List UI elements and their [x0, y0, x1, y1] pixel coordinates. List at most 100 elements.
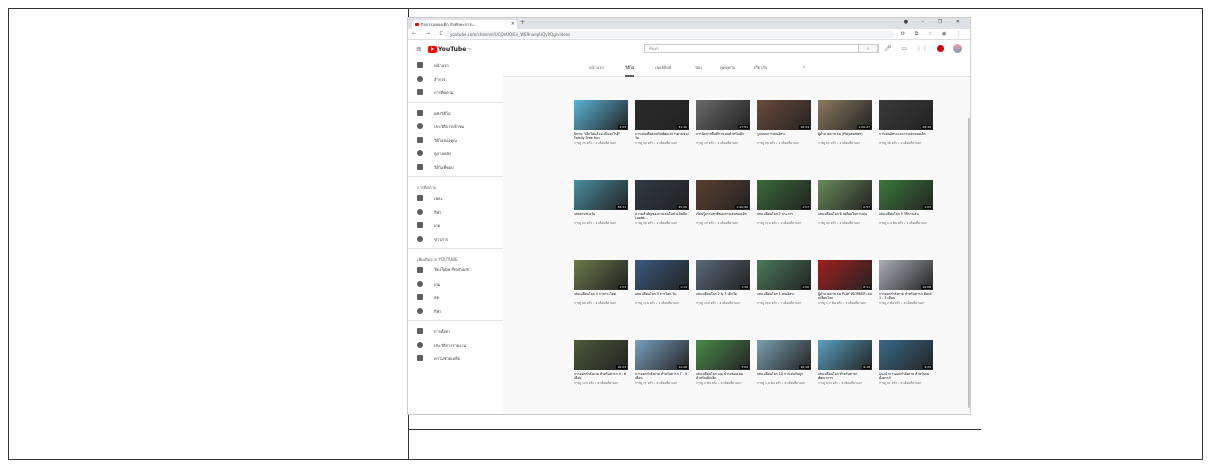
sidebar-item[interactable]: ประวัติการเข้าชม [408, 119, 503, 133]
video-title[interactable]: การออกกำลังกาย สำหรับทารก 7 - 9 เดือน [635, 372, 689, 380]
youtube-logo[interactable]: YouTube TH [428, 45, 471, 53]
new-tab-button[interactable]: + [520, 19, 525, 26]
sidebar-item[interactable]: เกม [408, 218, 503, 232]
video-card[interactable]: 16:34 รูปแบบการเล่นอิสระ การดู 28 ครั้ง • … [757, 100, 815, 168]
sidebar-item[interactable]: เพลง [408, 191, 503, 205]
sidebar-item[interactable]: กีฬา [408, 304, 503, 318]
video-card[interactable]: 1:50 เล่นเปลี่ยนโลก 1 เล่นอิสระ การดู 260 … [757, 260, 815, 328]
video-title[interactable]: เล่นเปลี่ยนโลก 4 การกระโดด [574, 292, 628, 300]
video-thumbnail[interactable]: 0:57 [818, 180, 872, 210]
video-card[interactable]: 0:57 เล่นเปลี่ยนโลก 6 เหลี่ยมในการเล่น การ… [818, 180, 876, 248]
video-title[interactable]: ผู้อำนวยการเล่น PLAY WORKER เล่นเปลี่ยนโ… [818, 292, 872, 300]
video-card[interactable]: 9:18 เล่นเปลี่ยนโลก สำหรับทารกพัฒนาการ การ… [818, 340, 876, 408]
sidebar-item[interactable]: เกม [408, 277, 503, 291]
video-card[interactable]: 38:31 เล่นตามช่วงวัย การดู 24 ครั้ง • 2 เด… [574, 180, 632, 248]
video-title[interactable]: เล่นเปลี่ยนโลก 2 & 3 เด็กวัย [696, 292, 750, 300]
video-title[interactable]: เล่นเปลี่ยนโลก 6 เหลี่ยมในการเล่น [818, 212, 872, 220]
search-input[interactable]: ค้นหา ⌕ [644, 44, 879, 53]
sidebar-item[interactable]: คลังวิดีโอ [408, 106, 503, 120]
video-card[interactable]: 3:02 เล่นเปลี่ยนโลก แนะนำรถของเล่นสำหรับเ… [696, 340, 754, 408]
sidebar-item[interactable]: ดูภายหลัง [408, 146, 503, 160]
video-title[interactable]: การจัดการพื้นที่การเล่นสำหรับเด็ก [696, 132, 750, 140]
video-card[interactable]: 27:51 การจัดการพื้นที่การเล่นสำหรับเด็ก กา… [696, 100, 754, 168]
sidebar-item[interactable]: กีฬา [408, 205, 503, 219]
notifications-icon[interactable] [937, 45, 944, 52]
video-thumbnail[interactable]: 1:16 [696, 260, 750, 290]
sidebar-item[interactable]: วิดีโอที่ชอบ [408, 160, 503, 174]
video-card[interactable]: 1:00:27 ผู้อำนวยการเล่น (Playworker) การดู… [818, 100, 876, 168]
tab-0[interactable]: หน้าแรก [589, 64, 604, 71]
video-thumbnail[interactable]: 1:57 [757, 180, 811, 210]
video-card[interactable]: 1:13 เล่นเปลี่ยนโลก 3 การโยน รับ การดู 110… [635, 260, 693, 328]
video-thumbnail[interactable]: 9:18 [818, 340, 872, 370]
video-thumbnail[interactable]: 10:18 [757, 340, 811, 370]
video-thumbnail[interactable]: 1:13 [635, 260, 689, 290]
video-title[interactable]: รูปแบบการเล่นอิสระ [757, 132, 811, 140]
tab-3[interactable]: ช่อง [695, 64, 702, 71]
close-tab-icon[interactable]: × [511, 20, 515, 29]
channel-search-icon[interactable]: ⌕ [803, 64, 805, 69]
video-card[interactable]: 1:03 เล่นเปลี่ยนโลก 5 วิถีการเล่น การดู 1.… [879, 180, 937, 248]
sidebar-item[interactable]: สด [408, 290, 503, 304]
video-card[interactable]: 1:57 เล่นเปลี่ยนโลก 7 ประการ การดู 110 ครั… [757, 180, 815, 248]
video-title[interactable]: นิทาน "เด็กโตแล้วจะเป็นอะไรดี" Family Fr… [574, 132, 628, 140]
video-title[interactable]: เรียนรู้ธรรมชาติของการเล่นของเด็ก [696, 212, 750, 220]
sidebar-item[interactable]: การตั้งค่า [408, 324, 503, 338]
sidebar-item[interactable]: การติดตาม [408, 85, 503, 99]
tab-4[interactable]: พูดคุยกัน [720, 64, 735, 71]
window-controls[interactable]: ● – ❐ ✕ [904, 19, 966, 25]
video-thumbnail[interactable]: 1:03 [879, 180, 933, 210]
url-field[interactable]: youtube.com/channel/UCQeUQiEv_WE9naepUQy… [444, 31, 894, 38]
video-card[interactable]: 16:23 การออกกำลังกาย สำหรับทารก 4 - 6 เดื… [574, 340, 632, 408]
video-card[interactable]: 28:49 การเล่นอิสระและการเล่นของเด็ก การดู … [879, 100, 937, 168]
video-card[interactable]: 3:53 นิทาน "เด็กโตแล้วจะเป็นอะไรดี" Famil… [574, 100, 632, 168]
video-thumbnail[interactable]: 16:08 [879, 260, 933, 290]
video-thumbnail[interactable]: 45:06 [635, 180, 689, 210]
video-card[interactable]: 6:11 ผู้อำนวยการเล่น PLAY WORKER เล่นเปลี… [818, 260, 876, 328]
video-thumbnail[interactable]: 1:00:27 [818, 100, 872, 130]
video-title[interactable]: เล่นเปลี่ยนโลก แนะนำรถของเล่นสำหรับเด็กเ… [696, 372, 750, 380]
video-title[interactable]: เล่นเปลี่ยนโลก 7 ประการ [757, 212, 811, 220]
video-thumbnail[interactable]: 3:53 [574, 100, 628, 130]
video-thumbnail[interactable]: 12:48 [635, 340, 689, 370]
video-title[interactable]: เล่นเปลี่ยนโลก 5 วิถีการเล่น [879, 212, 933, 220]
sidebar-item[interactable]: ประวัติการรายงาน [408, 338, 503, 352]
search-icon[interactable]: ⌕ [858, 44, 878, 53]
extension-icons[interactable]: ⚙ ⧉ ☆ ◉ ⋮ [901, 31, 965, 37]
video-thumbnail[interactable]: 31:40 [635, 100, 689, 130]
apps-icon[interactable]: ⋮⋮ [916, 45, 928, 52]
video-card[interactable]: 1:00:40 เรียนรู้ธรรมชาติของการเล่นของเด็ก… [696, 180, 754, 248]
video-card[interactable]: 12:48 การออกกำลังกาย สำหรับทารก 7 - 9 เดื… [635, 340, 693, 408]
video-thumbnail[interactable]: 1:00:40 [696, 180, 750, 210]
video-thumbnail[interactable]: 27:51 [696, 100, 750, 130]
video-thumbnail[interactable]: 16:34 [757, 100, 811, 130]
video-thumbnail[interactable]: 38:31 [574, 180, 628, 210]
video-thumbnail[interactable]: 6:11 [818, 260, 872, 290]
video-card[interactable]: 1:16 เล่นเปลี่ยนโลก 2 & 3 เด็กวัย การดู 10… [696, 260, 754, 328]
scrollbar[interactable] [968, 118, 970, 408]
menu-icon[interactable]: ≡ [416, 45, 422, 53]
tab-2[interactable]: เพลย์ลิสต์ [655, 64, 671, 71]
video-title[interactable]: การออกกำลังกาย สำหรับทารก 4 - 6 เดือน [574, 372, 628, 380]
video-title[interactable]: แนะนำการออกกำลังกาย สำหรับแม่ตั้งครรภ์ [879, 372, 933, 380]
avatar[interactable] [953, 44, 962, 53]
tab-1[interactable]: วิดีโอ [625, 64, 635, 77]
video-title[interactable]: การออกกำลังกาย สำหรับทารก ตั้งแต่ 1 - 3 … [879, 292, 933, 300]
video-thumbnail[interactable]: 1:53 [574, 260, 628, 290]
video-thumbnail[interactable]: 28:49 [879, 100, 933, 130]
sidebar-item[interactable]: สำรวจ [408, 72, 503, 86]
sidebar-item[interactable]: YouTube Premium [408, 263, 503, 277]
video-title[interactable]: ความสำคัญของการเล่นในช่วงวัยเด็ก Loose..… [635, 212, 689, 220]
video-thumbnail[interactable]: 16:23 [574, 340, 628, 370]
video-thumbnail[interactable]: 3:02 [696, 340, 750, 370]
sidebar-item[interactable]: ความช่วยเหลือ [408, 351, 503, 365]
mic-icon[interactable]: 🎤︎ [884, 45, 892, 52]
video-title[interactable]: การเล่นอิสระและการเล่นของเด็ก [879, 132, 933, 140]
create-icon[interactable]: ▭ [901, 45, 907, 52]
video-title[interactable]: เล่นตามช่วงวัย [574, 212, 628, 220]
video-card[interactable]: 1:53 เล่นเปลี่ยนโลก 4 การกระโดด การดู 96 ค… [574, 260, 632, 328]
video-title[interactable]: เล่นเปลี่ยนโลก สำหรับทารกพัฒนาการ [818, 372, 872, 380]
sidebar-item[interactable]: ข่าวสาร [408, 232, 503, 246]
video-title[interactable]: เล่นเปลี่ยนโลก 10 การเล่นกับลูก [757, 372, 811, 380]
video-card[interactable]: 45:06 ความสำคัญของการเล่นในช่วงวัยเด็ก Lo… [635, 180, 693, 248]
